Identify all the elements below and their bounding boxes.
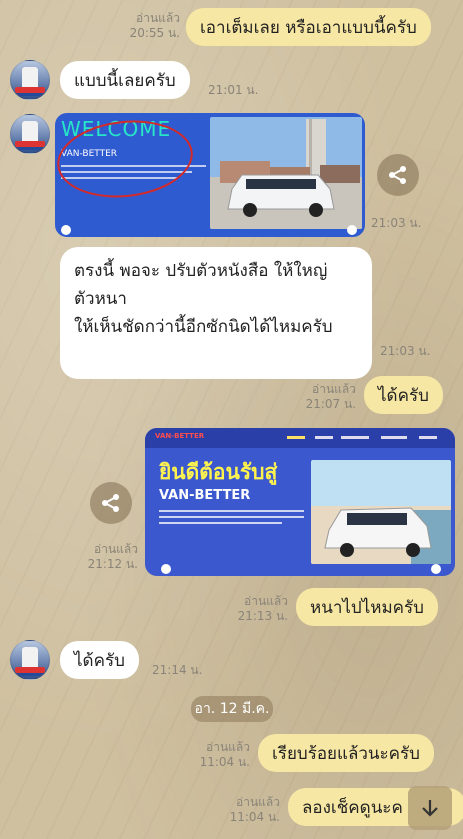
message-time: 11:04 น. (199, 755, 250, 769)
read-label: อ่านแล้ว (94, 542, 138, 556)
message-text: ได้ครับ (74, 650, 125, 671)
message-text: ให้เห็นชัดกว่านี้อีกซักนิดได้ไหมครับ (74, 317, 333, 337)
share-button[interactable] (90, 482, 132, 524)
outgoing-message[interactable]: เอาเต็มเลย หรือเอาแบบนี้ครับ (186, 8, 431, 46)
headline-text: ยินดีต้อนรับสู่ (159, 460, 278, 484)
image-message[interactable]: VAN-BETTER ยินดีต้อนรับสู่ VAN-BETTER (145, 428, 455, 576)
date-label: อา. 12 มี.ค. (194, 701, 270, 717)
contact-avatar[interactable] (10, 640, 50, 680)
read-status: อ่านแล้ว 20:55 น. (118, 11, 180, 41)
message-time: 21:03 น. (380, 344, 431, 358)
message-time: 21:13 น. (237, 609, 288, 623)
incoming-message[interactable]: ตรงนี้ พอจะ ปรับตัวหนังสือ ให้ใหญ่ ตัวหน… (60, 247, 372, 379)
brand-text: VAN-BETTER (159, 488, 251, 503)
share-icon (102, 494, 119, 512)
message-time: 20:55 น. (129, 26, 180, 40)
message-time: 21:07 น. (305, 397, 356, 411)
arrow-down-icon (422, 800, 438, 817)
share-icon (389, 166, 406, 184)
share-button[interactable] (377, 154, 419, 196)
read-label: อ่านแล้ว (236, 795, 280, 809)
read-label: อ่านแล้ว (312, 382, 356, 396)
body-text-lines (159, 510, 304, 524)
message-text: ลองเช็คดูนะค (302, 797, 403, 818)
message-text: เรียบร้อยแล้วนะครับ (272, 743, 420, 764)
read-status: อ่านแล้ว 21:13 น. (226, 594, 288, 624)
contact-avatar[interactable] (10, 114, 50, 154)
van-photo (311, 460, 451, 564)
scroll-to-bottom-button[interactable] (408, 786, 452, 830)
message-text: เอาเต็มเลย หรือเอาแบบนี้ครับ (200, 17, 417, 38)
date-separator: อา. 12 มี.ค. (191, 696, 273, 722)
read-label: อ่านแล้ว (206, 740, 250, 754)
outgoing-message[interactable]: ได้ครับ (364, 376, 443, 414)
message-text: แบบนี้เลยครับ (74, 70, 176, 91)
site-navbar: VAN-BETTER (145, 428, 455, 448)
contact-avatar[interactable] (10, 60, 50, 100)
message-time: 21:01 น. (208, 83, 259, 97)
read-status: อ่านแล้ว 21:07 น. (294, 382, 356, 412)
read-label: อ่านแล้ว (244, 594, 288, 608)
outgoing-message[interactable]: เรียบร้อยแล้วนะครับ (258, 734, 434, 772)
message-text: ตัวหนา (74, 289, 127, 309)
site-logo: VAN-BETTER (155, 432, 205, 440)
outgoing-message[interactable]: หนาไปไหมครับ (296, 588, 438, 626)
incoming-message[interactable]: ได้ครับ (60, 641, 139, 679)
message-time: 21:12 น. (87, 557, 138, 571)
message-text: ได้ครับ (378, 385, 429, 406)
message-text: หนาไปไหมครับ (310, 597, 424, 618)
read-label: อ่านแล้ว (136, 11, 180, 25)
message-time: 21:14 น. (152, 663, 203, 677)
incoming-message[interactable]: แบบนี้เลยครับ (60, 61, 190, 99)
read-status: อ่านแล้ว 21:12 น. (78, 542, 138, 572)
message-text: ตรงนี้ พอจะ ปรับตัวหนังสือ ให้ใหญ่ (74, 261, 328, 281)
van-photo (210, 117, 362, 229)
message-time: 21:03 น. (371, 216, 422, 230)
message-time: 11:04 น. (229, 810, 280, 824)
image-message[interactable]: WELCOME VAN-BETTER (55, 113, 365, 237)
read-status: อ่านแล้ว 11:04 น. (188, 740, 250, 770)
read-status: อ่านแล้ว 11:04 น. (218, 795, 280, 825)
